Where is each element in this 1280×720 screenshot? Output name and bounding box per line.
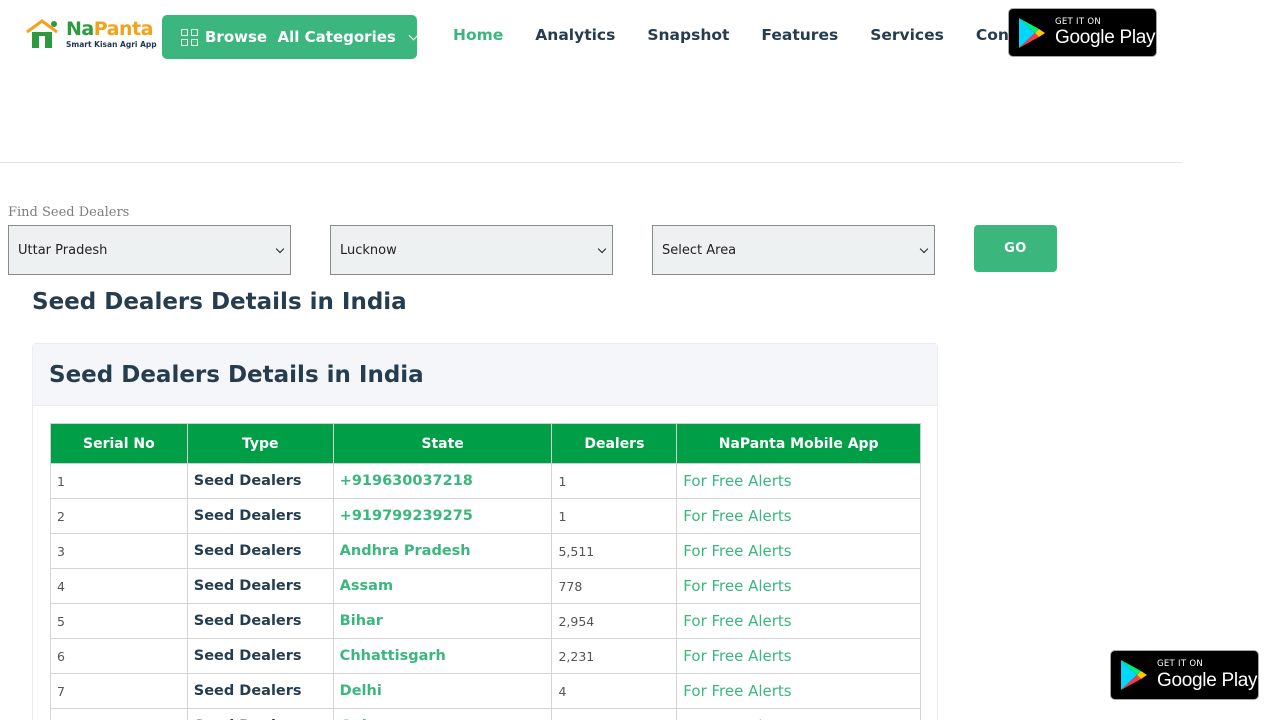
cell-state-link[interactable]: Chhattisgarh — [332, 638, 553, 674]
dealers-card: Seed Dealers Details in India Serial No … — [32, 343, 938, 720]
cell-dealers: 1 — [551, 463, 678, 499]
google-play-small-text: GET IT ON — [1055, 16, 1102, 27]
go-button[interactable]: GO — [974, 225, 1057, 272]
column-header-serial: Serial No — [50, 423, 188, 464]
table-row: 7 Seed Dealers Delhi 4 For Free Alerts — [50, 673, 921, 709]
table-row: 2 Seed Dealers +919799239275 1 For Free … — [50, 498, 921, 534]
floating-google-play-badge[interactable]: GET IT ON Google Play — [1110, 650, 1259, 700]
table-header-row: Serial No Type State Dealers NaPanta Mob… — [50, 423, 921, 464]
cell-app-link[interactable]: For Free Alerts — [676, 638, 921, 674]
cell-type: Seed Dealers — [186, 498, 334, 534]
state-select-value: Uttar Pradesh — [18, 242, 108, 258]
column-header-state: State — [332, 423, 553, 464]
column-header-dealers: Dealers — [551, 423, 678, 464]
find-seed-dealers-label: Find Seed Dealers — [8, 205, 130, 220]
chevron-down-icon — [408, 30, 419, 40]
state-select[interactable]: Uttar Pradesh — [8, 225, 291, 275]
dealers-table: Serial No Type State Dealers NaPanta Mob… — [50, 423, 921, 720]
chevron-down-icon — [597, 244, 607, 254]
column-header-type: Type — [186, 423, 334, 464]
city-select[interactable]: Lucknow — [330, 225, 613, 275]
cell-state-link[interactable]: Assam — [332, 568, 553, 604]
page-title: Seed Dealers Details in India — [32, 289, 407, 315]
cell-state-link[interactable]: +919799239275 — [332, 498, 553, 534]
area-select[interactable]: Select Area — [652, 225, 935, 275]
cell-dealers: 5,511 — [551, 533, 678, 569]
google-play-big-text: Google Play — [1055, 27, 1156, 49]
google-play-icon — [1121, 660, 1147, 690]
table-row: 5 Seed Dealers Bihar 2,954 For Free Aler… — [50, 603, 921, 639]
cell-serial: 5 — [50, 603, 188, 639]
cell-dealers: 4 — [551, 673, 678, 709]
main-nav: Home Analytics Snapshot Features Service… — [453, 26, 1075, 44]
cell-serial: 8 — [50, 708, 188, 720]
logo-icon — [24, 18, 60, 50]
city-select-value: Lucknow — [340, 242, 397, 258]
cell-dealers: 778 — [551, 568, 678, 604]
google-play-icon — [1019, 17, 1045, 48]
cell-type: Seed Dealers — [186, 463, 334, 499]
cell-state-link[interactable]: Bihar — [332, 603, 553, 639]
chevron-down-icon — [919, 244, 929, 254]
browse-categories-label: Browse All Categories — [205, 28, 396, 46]
cell-dealers: 2,954 — [551, 603, 678, 639]
site-header: NaPanta Smart Kisan Agri App Browse All … — [0, 0, 1182, 163]
cell-type: Seed Dealers — [186, 603, 334, 639]
table-row: 4 Seed Dealers Assam 778 For Free Alerts — [50, 568, 921, 604]
cell-type: Seed Dealers — [186, 568, 334, 604]
cell-app-link[interactable]: For Free Alerts — [676, 603, 921, 639]
table-row: 1 Seed Dealers +919630037218 1 For Free … — [50, 463, 921, 499]
google-play-badge[interactable]: GET IT ON Google Play — [1008, 8, 1157, 57]
nav-home[interactable]: Home — [453, 26, 503, 44]
cell-dealers: 1 — [551, 498, 678, 534]
nav-services[interactable]: Services — [870, 26, 944, 44]
cell-serial: 7 — [50, 673, 188, 709]
cell-serial: 6 — [50, 638, 188, 674]
area-select-value: Select Area — [662, 242, 737, 258]
cell-dealers — [551, 708, 678, 720]
cell-type: Seed Dealers — [186, 638, 334, 674]
cell-app-link[interactable]: For Free Alerts — [676, 533, 921, 569]
cell-serial: 4 — [50, 568, 188, 604]
cell-app-link[interactable]: For Free Alerts — [676, 463, 921, 499]
nav-features[interactable]: Features — [761, 26, 838, 44]
cell-state-link[interactable]: Delhi — [332, 673, 553, 709]
table-row: 8 Seed Dealers Gujarat For Free Alerts — [50, 708, 921, 720]
google-play-small-text: GET IT ON — [1157, 659, 1204, 670]
cell-type: Seed Dealers — [186, 673, 334, 709]
cell-app-link[interactable]: For Free Alerts — [676, 673, 921, 709]
cell-type: Seed Dealers — [186, 708, 334, 720]
table-row: 3 Seed Dealers Andhra Pradesh 5,511 For … — [50, 533, 921, 569]
logo-name: NaPanta — [66, 17, 153, 40]
card-title: Seed Dealers Details in India — [49, 361, 424, 388]
nav-analytics[interactable]: Analytics — [535, 26, 615, 44]
napanta-logo[interactable]: NaPanta Smart Kisan Agri App — [24, 17, 157, 51]
cell-state-link[interactable]: +919630037218 — [332, 463, 553, 499]
logo-tagline: Smart Kisan Agri App — [66, 39, 157, 49]
cell-serial: 1 — [50, 463, 188, 499]
google-play-big-text: Google Play — [1157, 669, 1258, 691]
browse-categories-button[interactable]: Browse All Categories — [162, 15, 419, 59]
cell-serial: 2 — [50, 498, 188, 534]
table-row: 6 Seed Dealers Chhattisgarh 2,231 For Fr… — [50, 638, 921, 674]
card-header: Seed Dealers Details in India — [33, 344, 937, 406]
cell-state-link[interactable]: Gujarat — [332, 708, 553, 720]
nav-snapshot[interactable]: Snapshot — [647, 26, 729, 44]
chevron-down-icon — [275, 244, 285, 254]
cell-dealers: 2,231 — [551, 638, 678, 674]
cell-serial: 3 — [50, 533, 188, 569]
cell-state-link[interactable]: Andhra Pradesh — [332, 533, 553, 569]
cell-app-link[interactable]: For Free Alerts — [676, 708, 921, 720]
cell-type: Seed Dealers — [186, 533, 334, 569]
cell-app-link[interactable]: For Free Alerts — [676, 568, 921, 604]
column-header-app: NaPanta Mobile App — [676, 423, 921, 464]
grid-icon — [181, 28, 198, 46]
cell-app-link[interactable]: For Free Alerts — [676, 498, 921, 534]
